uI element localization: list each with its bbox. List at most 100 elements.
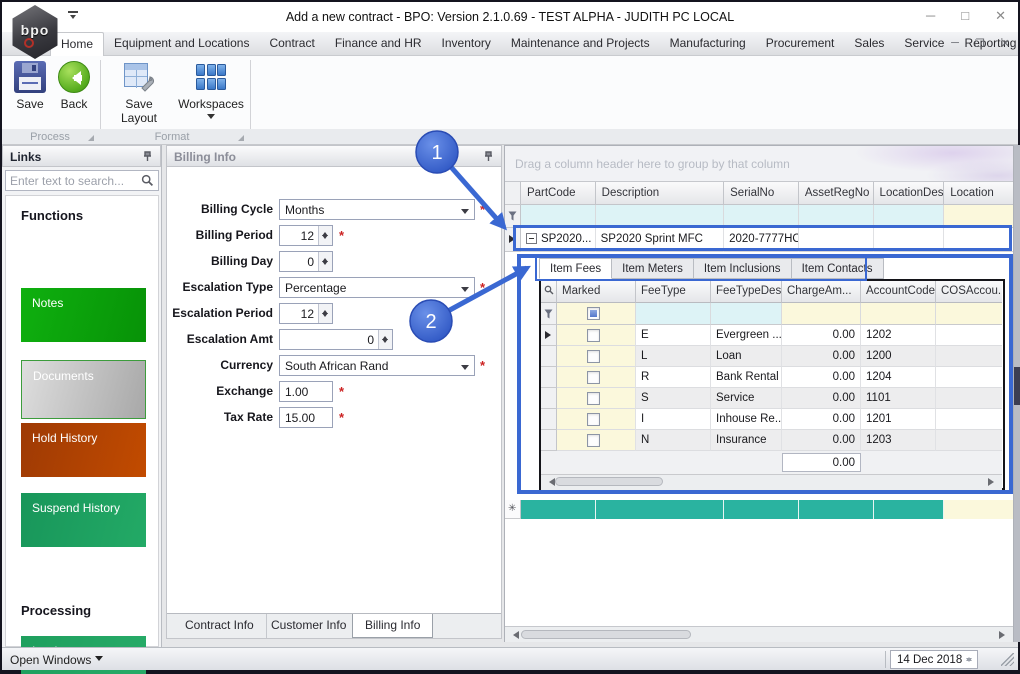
tab-billing-info[interactable]: Billing Info [352,614,434,638]
filter-cell-marked[interactable] [557,303,636,325]
save-button[interactable]: Save [10,61,50,111]
horizontal-scrollbar[interactable] [505,626,1013,642]
spinner-arrows-icon[interactable] [378,330,392,349]
column-header-description[interactable]: Description [595,182,725,205]
cell-feetypedesc[interactable]: Insurance [711,430,782,451]
cell-cosaccount[interactable] [936,409,1002,430]
collapse-icon[interactable] [525,233,537,244]
scroll-right-icon[interactable] [988,478,998,486]
scrollbar-thumb[interactable] [521,630,691,639]
spinner-arrows-icon[interactable] [318,304,332,323]
new-row-cell[interactable] [724,500,799,519]
marked-checkbox[interactable] [587,350,600,363]
fee-row-insurance[interactable]: N Insurance 0.00 1203 [541,430,1002,451]
cell-feetypedesc[interactable]: Inhouse Re... [711,409,782,430]
ribbon-tab-procurement[interactable]: Procurement [756,32,845,56]
ribbon-tab-manufacturing[interactable]: Manufacturing [660,32,756,56]
cell-chargeamount[interactable]: 0.00 [782,388,861,409]
cell-cosaccount[interactable] [936,346,1002,367]
tax-rate-field[interactable]: 15.00 [279,407,333,428]
cell-marked[interactable] [557,430,636,451]
exchange-field[interactable]: 1.00 [279,381,333,402]
cell-feetype[interactable]: R [636,367,711,388]
open-windows-button[interactable]: Open Windows [10,653,104,667]
date-field[interactable]: 14 Dec 2018 [890,650,978,669]
tab-item-inclusions[interactable]: Item Inclusions [693,258,792,279]
filter-cell-location[interactable] [944,205,1013,228]
column-header-feetype[interactable]: FeeType [636,281,711,303]
tab-contract-info[interactable]: Contract Info [173,614,267,638]
new-row-cell[interactable] [873,500,945,519]
tab-customer-info[interactable]: Customer Info [259,614,360,638]
suspend-history-button[interactable]: Suspend History [21,493,146,547]
process-group-launcher-icon[interactable] [88,135,94,141]
cell-feetype[interactable]: I [636,409,711,430]
column-header-chargeamount[interactable]: ChargeAm... [782,281,861,303]
cell-accountcode[interactable]: 1202 [861,325,936,346]
new-row[interactable]: ✳ [505,500,1013,519]
marked-checkbox[interactable] [587,392,600,405]
documents-button[interactable]: Documents [21,360,146,419]
cell-marked[interactable] [557,388,636,409]
tab-item-fees[interactable]: Item Fees [539,258,613,279]
new-row-cell[interactable] [944,500,1013,519]
cell-accountcode[interactable]: 1101 [861,388,936,409]
detail-horizontal-scrollbar[interactable] [541,475,1002,490]
marked-checkbox[interactable] [587,371,600,384]
hold-history-button[interactable]: Hold History [21,423,146,477]
marked-filter-checkbox[interactable] [587,307,600,320]
cell-feetype[interactable]: E [636,325,711,346]
column-header-assetregno[interactable]: AssetRegNo [798,182,874,205]
scroll-left-icon[interactable] [509,631,519,639]
column-header-locationdesc[interactable]: LocationDesc [873,182,945,205]
cell-cosaccount[interactable] [936,325,1002,346]
cell-accountcode[interactable]: 1201 [861,409,936,430]
search-icon[interactable] [141,174,154,190]
currency-dropdown[interactable]: South African Rand [279,355,475,376]
marked-checkbox[interactable] [587,413,600,426]
ribbon-tab-maintenance-and-projects[interactable]: Maintenance and Projects [501,32,660,56]
billing-period-spinner[interactable]: 12 [279,225,333,246]
escalation-period-spinner[interactable]: 12 [279,303,333,324]
cell-location[interactable] [944,228,1013,252]
cell-partcode[interactable]: SP2020... [520,228,596,252]
ribbon-minimize-icon[interactable]: ─ [951,37,959,50]
cell-feetype[interactable]: L [636,346,711,367]
filter-cell-description[interactable] [595,205,725,228]
marked-checkbox[interactable] [587,329,600,342]
escalation-type-dropdown[interactable]: Percentage [279,277,475,298]
save-layout-button[interactable]: Save Layout [106,61,172,125]
cell-serialno[interactable]: 2020-7777HO [724,228,799,252]
maximize-button[interactable]: □ [961,8,969,24]
cell-marked[interactable] [557,346,636,367]
filter-cell-cosaccount[interactable] [936,303,1002,325]
cell-feetypedesc[interactable]: Evergreen ... [711,325,782,346]
vertical-scrollbar[interactable] [1014,145,1020,642]
filter-cell-feetypedesc[interactable] [711,303,782,325]
spinner-arrows-icon[interactable] [318,226,332,245]
column-header-feetypedesc[interactable]: FeeTypeDesc [711,281,782,303]
billing-day-spinner[interactable]: 0 [279,251,333,272]
fee-row-inhouse[interactable]: I Inhouse Re... 0.00 1201 [541,409,1002,430]
cell-locationdesc[interactable] [873,228,945,252]
cell-feetypedesc[interactable]: Bank Rental [711,367,782,388]
notes-button[interactable]: Notes [21,288,146,342]
cell-marked[interactable] [557,409,636,430]
cell-cosaccount[interactable] [936,388,1002,409]
group-by-area[interactable]: Drag a column header here to group by th… [505,146,1013,182]
scrollbar-thumb[interactable] [1014,367,1020,405]
ribbon-tab-equipment-and-locations[interactable]: Equipment and Locations [104,32,259,56]
column-header-partcode[interactable]: PartCode [520,182,596,205]
filter-cell-chargeamount[interactable] [782,303,861,325]
cell-chargeamount[interactable]: 0.00 [782,325,861,346]
new-row-cell[interactable] [595,500,725,519]
cell-feetypedesc[interactable]: Loan [711,346,782,367]
scroll-right-icon[interactable] [999,631,1009,639]
fee-row-bank-rental[interactable]: R Bank Rental 0.00 1204 [541,367,1002,388]
filter-cell-accountcode[interactable] [861,303,936,325]
ribbon-tab-service[interactable]: Service [894,32,954,56]
chevron-down-icon[interactable] [457,279,473,296]
fee-row-service[interactable]: S Service 0.00 1101 [541,388,1002,409]
column-header-marked[interactable]: Marked [557,281,636,303]
new-row-cell[interactable] [520,500,596,519]
